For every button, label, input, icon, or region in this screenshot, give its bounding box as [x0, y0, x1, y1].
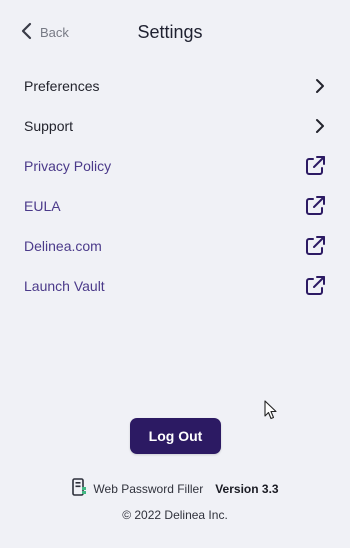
- menu-item-label: Launch Vault: [24, 278, 105, 294]
- version-label: Version 3.3: [215, 481, 279, 496]
- menu-item-label: Support: [24, 118, 74, 134]
- chevron-right-icon: [314, 118, 326, 134]
- menu-item-label: Delinea.com: [24, 238, 102, 254]
- menu-item-preferences[interactable]: Preferences: [0, 66, 350, 106]
- menu-item-label: Privacy Policy: [24, 158, 112, 174]
- header: Back Settings: [0, 0, 350, 64]
- external-link-icon: [304, 235, 326, 257]
- settings-menu: Preferences Support Privacy Policy EULA …: [0, 66, 350, 306]
- mouse-cursor-icon: [264, 400, 278, 420]
- menu-item-eula[interactable]: EULA: [0, 186, 350, 226]
- menu-item-label: Preferences: [24, 78, 100, 94]
- external-link-icon: [304, 155, 326, 177]
- menu-item-launch-vault[interactable]: Launch Vault: [0, 266, 350, 306]
- log-out-button[interactable]: Log Out: [130, 418, 221, 454]
- external-link-icon: [304, 195, 326, 217]
- page-title: Settings: [137, 22, 203, 42]
- menu-item-privacy-policy[interactable]: Privacy Policy: [0, 146, 350, 186]
- menu-item-delinea-com[interactable]: Delinea.com: [0, 226, 350, 266]
- menu-item-support[interactable]: Support: [0, 106, 350, 146]
- external-link-icon: [304, 275, 326, 297]
- product-name: Web Password Filler: [93, 481, 204, 496]
- product-logo-icon: [71, 478, 87, 499]
- chevron-right-icon: [314, 78, 326, 94]
- copyright-text: © 2022 Delinea Inc.: [122, 508, 228, 522]
- menu-item-label: EULA: [24, 198, 61, 214]
- settings-page: Back Settings Preferences Support Privac…: [0, 0, 350, 548]
- product-info: Web Password Filler Version 3.3: [0, 478, 350, 499]
